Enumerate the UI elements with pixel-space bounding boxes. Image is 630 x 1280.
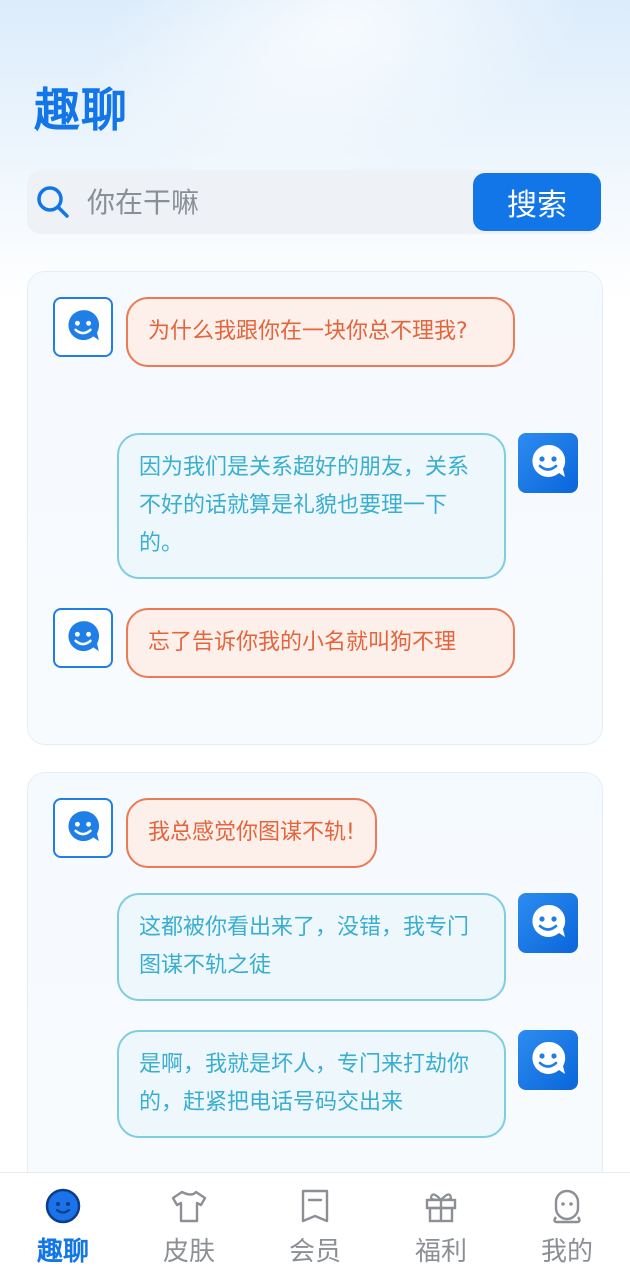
chat-face-icon	[68, 621, 100, 652]
bot-avatar	[518, 433, 578, 493]
search-icon	[35, 184, 71, 220]
user-avatar	[53, 297, 113, 357]
user-message-bubble: 忘了告诉你我的小名就叫狗不理	[126, 608, 515, 678]
user-message-bubble: 我总感觉你图谋不轨!	[126, 798, 377, 868]
bot-avatar	[518, 893, 578, 953]
user-avatar	[53, 608, 113, 668]
smile-face-icon	[45, 1188, 81, 1224]
tab-welfare[interactable]: 福利	[378, 1173, 504, 1280]
chat-face-icon	[532, 444, 566, 477]
bot-message-bubble: 因为我们是关系超好的朋友，关系不好的话就算是礼貌也要理一下的。	[117, 433, 506, 579]
tab-quliao[interactable]: 趣聊	[0, 1173, 126, 1280]
tab-skin[interactable]: 皮肤	[126, 1173, 252, 1280]
search-input[interactable]	[87, 180, 467, 224]
bot-message-bubble: 这都被你看出来了，没错，我专门图谋不轨之徒	[117, 893, 506, 1001]
search-bar: 搜索	[27, 170, 601, 234]
tab-label: 皮肤	[162, 1237, 215, 1267]
bot-message-bubble: 是啊，我就是坏人，专门来打劫你的，赶紧把电话号码交出来	[117, 1030, 506, 1138]
search-button[interactable]: 搜索	[473, 173, 601, 231]
user-avatar	[53, 798, 113, 858]
gift-icon	[425, 1193, 457, 1223]
tshirt-icon	[171, 1190, 207, 1223]
tab-member[interactable]: 会员	[252, 1173, 378, 1280]
chat-face-icon	[532, 1041, 566, 1074]
app-title: 趣聊	[34, 83, 128, 137]
tab-mine[interactable]: 我的	[504, 1173, 630, 1280]
member-card-icon	[301, 1189, 329, 1223]
tab-label: 我的	[540, 1237, 593, 1267]
chat-face-icon	[68, 811, 100, 842]
bot-avatar	[518, 1030, 578, 1090]
tab-label: 会员	[288, 1237, 341, 1267]
chat-card: 为什么我跟你在一块你总不理我? 因为我们是关系超好的朋友，关系不好的话就算是礼貌…	[27, 271, 603, 745]
chat-face-icon	[532, 904, 566, 937]
user-message-bubble: 为什么我跟你在一块你总不理我?	[126, 297, 515, 367]
user-icon	[553, 1189, 581, 1224]
tab-label: 福利	[414, 1237, 467, 1267]
bottom-tab-bar: 趣聊 皮肤 会员 福利 我的	[0, 1172, 630, 1280]
tab-label: 趣聊	[36, 1237, 89, 1267]
chat-card: 我总感觉你图谋不轨! 这都被你看出来了，没错，我专门图谋不轨之徒 是啊，我就是坏…	[27, 772, 603, 1192]
chat-face-icon	[68, 310, 100, 341]
